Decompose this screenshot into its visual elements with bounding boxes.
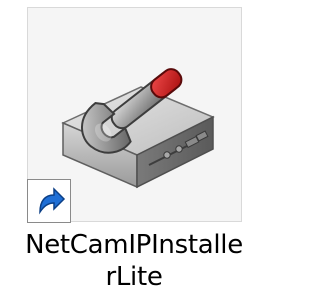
shortcut-label-line2: rLite bbox=[105, 262, 163, 292]
shortcut-arrow-icon bbox=[27, 179, 71, 223]
shortcut-label-line1: NetCamIPInstalle bbox=[25, 230, 243, 260]
desktop: NetCamIPInstalle rLite bbox=[0, 0, 262, 298]
shortcut-label[interactable]: NetCamIPInstalle rLite bbox=[20, 229, 248, 293]
desktop-shortcut[interactable]: NetCamIPInstalle rLite bbox=[0, 0, 262, 298]
wrench-on-hard-drive-icon[interactable] bbox=[45, 15, 235, 205]
